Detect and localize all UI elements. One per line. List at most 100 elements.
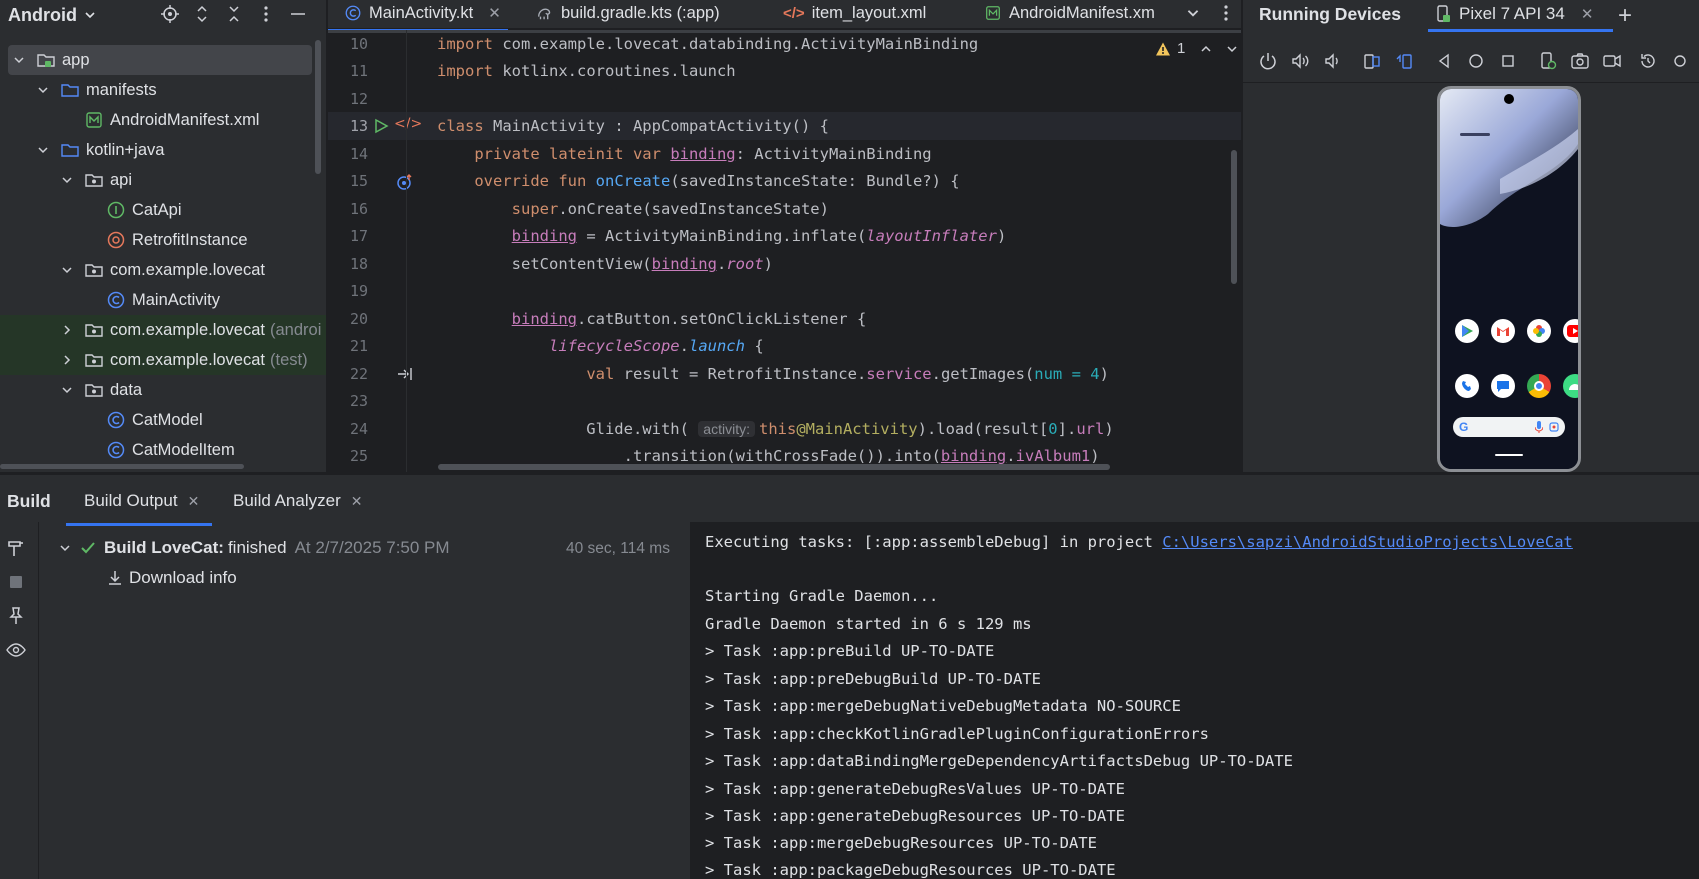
minimize-icon[interactable] — [288, 4, 308, 24]
photos-icon[interactable] — [1527, 319, 1551, 343]
code-line: private lateinit var binding: ActivityMa… — [474, 145, 932, 163]
close-icon[interactable]: ✕ — [1581, 5, 1594, 23]
console-line: > Task :app:checkKotlinGradlePluginConfi… — [705, 725, 1209, 743]
gesture-nav-bar[interactable] — [1495, 454, 1523, 456]
previous-highlight-icon[interactable] — [1199, 42, 1213, 56]
project-horizontal-scrollbar[interactable] — [0, 464, 244, 469]
screenshot-icon[interactable] — [1570, 51, 1590, 71]
build-console[interactable]: Executing tasks: [:app:assembleDebug] in… — [690, 522, 1699, 879]
youtube-icon[interactable] — [1563, 319, 1578, 343]
overview-icon[interactable] — [1498, 51, 1518, 71]
project-path-link[interactable]: C:\Users\sapzi\AndroidStudioProjects\Lov… — [1162, 533, 1573, 551]
eye-icon[interactable] — [6, 640, 26, 660]
tree-item-catmodel[interactable]: CatModel — [0, 405, 326, 435]
expand-all-icon[interactable] — [192, 4, 212, 24]
back-icon[interactable] — [1434, 51, 1454, 71]
tree-item-androidmanifest[interactable]: AndroidManifest.xml — [0, 105, 326, 135]
screen-record-icon[interactable] — [1602, 51, 1622, 71]
volume-down-icon[interactable] — [1322, 51, 1342, 71]
android-app-icon[interactable] — [1563, 374, 1578, 398]
build-hammer-icon[interactable] — [6, 538, 26, 558]
build-result-row[interactable]: Build LoveCat: finished At 2/7/2025 7:50… — [58, 538, 450, 558]
tree-item-manifests[interactable]: manifests — [0, 75, 326, 105]
tab-list-chevron-icon[interactable] — [1185, 5, 1201, 21]
lens-icon[interactable] — [1549, 422, 1559, 432]
gradle-icon — [538, 8, 551, 20]
extended-controls-icon[interactable] — [1670, 51, 1690, 71]
tree-item-app[interactable]: app — [8, 45, 312, 75]
code-line: binding.catButton.setOnClickListener { — [511, 310, 867, 328]
chrome-icon[interactable] — [1527, 374, 1551, 398]
mic-icon[interactable] — [1535, 421, 1543, 433]
device-toolbar-divider — [1243, 82, 1699, 83]
device-settings-icon[interactable] — [1538, 51, 1558, 71]
tree-item-package-androidtest[interactable]: com.example.lovecat (androi — [0, 315, 326, 345]
locate-icon[interactable] — [160, 4, 180, 24]
gmail-icon[interactable] — [1491, 319, 1515, 343]
tree-item-package-main[interactable]: com.example.lovecat — [0, 255, 326, 285]
close-icon[interactable]: ✕ — [488, 4, 501, 22]
chevron-down-icon — [62, 267, 72, 274]
more-options-icon[interactable] — [256, 4, 276, 24]
inspection-widget[interactable]: 1 — [1155, 40, 1239, 57]
tree-item-label: app — [62, 50, 90, 69]
layout-xml-icon[interactable]: </> — [394, 116, 422, 132]
tree-item-catmodelitem[interactable]: CatModelItem — [0, 435, 326, 465]
console-line: Executing tasks: [:app:assembleDebug] in… — [705, 533, 1573, 551]
tree-item-mainactivity[interactable]: MainActivity — [0, 285, 326, 315]
console-line: > Task :app:mergeDebugResources UP-TO-DA… — [705, 834, 1097, 852]
line-number: 18 — [349, 255, 368, 273]
phone-app-icon[interactable] — [1455, 374, 1479, 398]
device-screen[interactable]: G — [1437, 86, 1581, 472]
line-number: 20 — [349, 310, 368, 328]
camera-cutout — [1504, 94, 1514, 104]
tree-item-package-test[interactable]: com.example.lovecat (test) — [0, 345, 326, 375]
line-number: 17 — [349, 227, 368, 245]
project-view-selector[interactable]: Android — [8, 3, 97, 27]
tree-item-kotlin-java[interactable]: kotlin+java — [0, 135, 326, 165]
collapse-all-icon[interactable] — [224, 4, 244, 24]
google-search-bar[interactable]: G — [1453, 417, 1565, 437]
rotate-right-icon[interactable] — [1394, 51, 1414, 71]
tab-build-output[interactable]: Build Output ✕ — [84, 491, 199, 511]
active-device-tab-indicator — [1428, 29, 1613, 32]
stop-icon[interactable] — [6, 572, 26, 592]
messages-icon[interactable] — [1491, 374, 1515, 398]
editor-vertical-scrollbar[interactable] — [1231, 150, 1237, 284]
suspend-call-icon[interactable] — [396, 366, 414, 382]
editor-horizontal-scrollbar[interactable] — [438, 464, 1110, 470]
download-info-row[interactable]: Download info — [107, 568, 237, 588]
project-vertical-scrollbar[interactable] — [315, 40, 321, 174]
tree-item-data[interactable]: data — [0, 375, 326, 405]
next-highlight-icon[interactable] — [1225, 42, 1239, 56]
tree-item-catapi[interactable]: CatApi — [0, 195, 326, 225]
build-duration: 40 sec, 114 ms — [566, 540, 670, 557]
clock-widget — [1460, 133, 1490, 136]
rotate-left-icon[interactable] — [1362, 51, 1382, 71]
tab-item-layout[interactable]: </> item_layout.xml — [783, 0, 926, 26]
tree-item-api[interactable]: api — [0, 165, 326, 195]
volume-up-icon[interactable] — [1290, 51, 1310, 71]
device-tab[interactable]: Pixel 7 API 34 ✕ — [1435, 4, 1593, 24]
close-icon[interactable]: ✕ — [351, 493, 363, 510]
tab-mainactivity[interactable]: MainActivity.kt ✕ — [344, 0, 501, 26]
console-exec-text: Executing tasks: [:app:assembleDebug] in… — [705, 533, 1163, 551]
tabs-more-icon[interactable] — [1216, 3, 1236, 23]
code-editor[interactable]: 10 11 12 13 14 15 16 17 18 19 20 21 22 2… — [328, 30, 1241, 472]
tree-item-retrofitinstance[interactable]: RetrofitInstance — [0, 225, 326, 255]
override-method-icon[interactable] — [396, 173, 414, 191]
build-sidebar-divider — [38, 522, 39, 879]
line-number: 23 — [349, 392, 368, 410]
tab-androidmanifest[interactable]: AndroidManifest.xm — [984, 0, 1155, 26]
add-device-icon[interactable]: + — [1618, 2, 1632, 30]
close-icon[interactable]: ✕ — [188, 493, 200, 510]
run-icon[interactable] — [373, 118, 389, 134]
tab-label: Build Analyzer — [233, 491, 341, 510]
pin-icon[interactable] — [6, 606, 26, 626]
power-icon[interactable] — [1258, 51, 1278, 71]
tab-build-analyzer[interactable]: Build Analyzer ✕ — [233, 491, 362, 511]
home-icon[interactable] — [1466, 51, 1486, 71]
tab-build-gradle[interactable]: build.gradle.kts (:app) — [536, 0, 720, 26]
snapshots-icon[interactable] — [1638, 51, 1658, 71]
play-store-icon[interactable] — [1455, 319, 1479, 343]
